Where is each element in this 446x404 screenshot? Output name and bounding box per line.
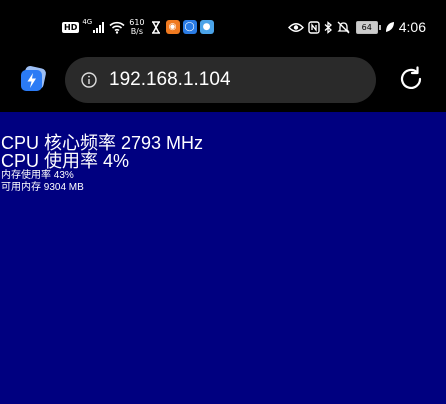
bluetooth-icon — [324, 20, 332, 34]
battery-level: 64 — [355, 20, 378, 34]
hd-badge: HD — [62, 21, 80, 33]
clock: 4:06 — [398, 19, 426, 35]
nfc-icon — [308, 20, 320, 34]
orange-app-icon: ◉ — [165, 20, 180, 34]
status-bar-right: 64 4:06 — [287, 17, 426, 37]
phone-screen: HD 4G 610 B/s ◉ ◯ ● 64 4:06 192.168.1.10… — [0, 0, 446, 404]
address-bar[interactable]: 192.168.1.104 — [65, 57, 376, 103]
page-content: CPU 核心频率 2793 MHz CPU 使用率 4% 内存使用率 43% 可… — [0, 112, 446, 404]
browser-toolbar: 192.168.1.104 — [0, 52, 446, 112]
network-speed: 610 B/s — [129, 18, 144, 36]
cpu-frequency-text: CPU 核心频率 2793 MHz — [1, 133, 204, 153]
network-speed-unit: B/s — [130, 27, 144, 36]
url-text[interactable]: 192.168.1.104 — [109, 69, 231, 91]
reload-icon[interactable] — [396, 64, 426, 94]
status-bar: HD 4G 610 B/s ◉ ◯ ● 64 4:06 — [0, 0, 446, 52]
network-type: 4G — [82, 18, 93, 26]
available-memory-text: 可用内存 9304 MB — [1, 182, 84, 193]
leaf-icon — [385, 22, 394, 32]
status-bar-left: HD 4G 610 B/s ◉ ◯ ● — [62, 17, 217, 37]
hourglass-icon — [151, 20, 160, 34]
cpu-usage-text: CPU 使用率 4% — [1, 151, 130, 171]
memory-usage-text: 内存使用率 43% — [1, 170, 74, 181]
battery-tip — [378, 24, 381, 30]
wifi-icon — [109, 21, 125, 34]
battery-icon: 64 — [355, 20, 381, 34]
eye-icon — [287, 22, 304, 32]
network-speed-value: 610 — [129, 18, 145, 27]
blue-app-icon: ◯ — [182, 20, 197, 34]
mute-icon — [337, 21, 350, 33]
info-icon[interactable] — [81, 72, 97, 88]
browser-app-icon[interactable] — [19, 65, 47, 93]
signal-icon — [93, 21, 105, 33]
globe-app-icon: ● — [199, 20, 214, 34]
